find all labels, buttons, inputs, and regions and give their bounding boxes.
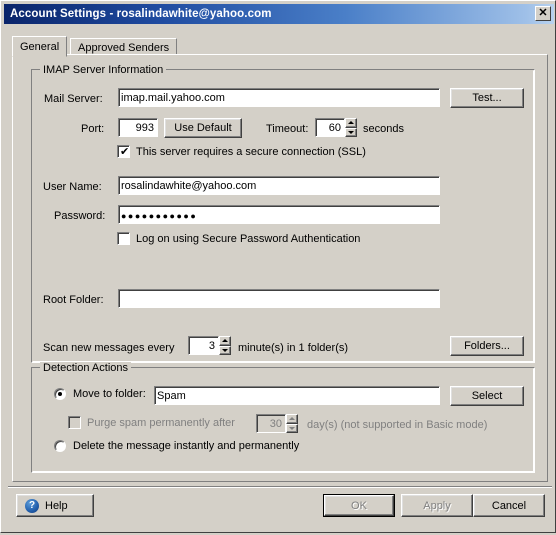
select-folder-button-label: Select [471, 390, 503, 402]
chevron-down-icon [222, 348, 228, 352]
move-to-folder-radio[interactable] [54, 388, 66, 400]
window-title: Account Settings - rosalindawhite@yahoo.… [10, 8, 272, 20]
tab-approved-senders-label: Approved Senders [78, 41, 170, 54]
folders-button[interactable]: Folders... [450, 336, 524, 356]
test-button[interactable]: Test... [450, 88, 524, 108]
ok-button-label: OK [351, 499, 367, 512]
detection-group-legend: Detection Actions [40, 362, 131, 374]
tab-strip: General Approved Senders [12, 36, 548, 57]
tab-page-general: IMAP Server Information Mail Server: ima… [12, 54, 548, 482]
check-icon: ✔ [120, 145, 130, 158]
apply-button[interactable]: Apply [401, 494, 473, 517]
timeout-label: Timeout: [266, 123, 309, 135]
spa-checkbox-label: Log on using Secure Password Authenticat… [136, 232, 361, 245]
chevron-up-icon [348, 121, 354, 125]
help-button[interactable]: ? Help [16, 494, 94, 517]
timeout-units-label: seconds [363, 123, 404, 135]
ssl-checkbox-label: This server requires a secure connection… [136, 145, 366, 158]
delete-message-radio[interactable] [54, 440, 66, 452]
dialog-footer: ? Help OK Apply Cancel [2, 486, 556, 535]
user-name-label: User Name: [43, 181, 102, 193]
purge-days-spinner [286, 414, 298, 433]
ssl-checkbox-row[interactable]: ✔ This server requires a secure connecti… [117, 145, 366, 158]
tab-general[interactable]: General [12, 36, 68, 57]
purge-days-input: 30 [256, 414, 286, 433]
scan-suffix-label: minute(s) in 1 folder(s) [238, 342, 349, 354]
root-folder-label: Root Folder: [43, 294, 104, 306]
radio-dot-icon [58, 392, 62, 396]
scan-spinner-down[interactable] [219, 345, 231, 355]
close-icon[interactable]: ✕ [535, 6, 551, 21]
select-folder-button[interactable]: Select [450, 386, 524, 406]
port-label: Port: [81, 123, 105, 135]
purge-spam-checkbox [68, 416, 81, 429]
mail-server-value: imap.mail.yahoo.com [121, 92, 225, 104]
delete-message-radio-row[interactable]: Delete the message instantly and permane… [54, 440, 299, 452]
scan-interval-value: 3 [208, 340, 215, 352]
purge-days-value: 30 [269, 418, 282, 430]
chevron-up-icon [289, 417, 295, 421]
imap-group-legend: IMAP Server Information [40, 64, 167, 76]
test-button-label: Test... [472, 92, 502, 104]
folders-button-label: Folders... [464, 340, 510, 352]
help-icon: ? [25, 498, 39, 513]
password-value: ●●●●●●●●●●● [121, 210, 198, 221]
scan-interval-spinner[interactable] [219, 336, 231, 355]
move-to-folder-radio-row[interactable]: Move to folder: [54, 388, 146, 400]
mail-server-label: Mail Server: [44, 93, 103, 105]
account-settings-dialog: Account Settings - rosalindawhite@yahoo.… [0, 0, 556, 533]
move-to-folder-label: Move to folder: [73, 388, 146, 400]
spa-checkbox-row[interactable]: Log on using Secure Password Authenticat… [117, 232, 360, 245]
timeout-input[interactable]: 60 [315, 118, 345, 137]
timeout-value: 60 [328, 122, 341, 134]
port-value: 993 [135, 122, 154, 134]
purge-spam-checkbox-row: Purge spam permanently after [68, 416, 235, 429]
user-name-input[interactable]: rosalindawhite@yahoo.com [118, 176, 440, 195]
use-default-button[interactable]: Use Default [164, 118, 242, 138]
password-input[interactable]: ●●●●●●●●●●● [118, 205, 440, 224]
timeout-spinner[interactable] [345, 118, 357, 137]
scan-prefix-label: Scan new messages every [43, 342, 175, 354]
move-to-folder-value: Spam [157, 390, 186, 402]
purge-suffix-label: day(s) (not supported in Basic mode) [307, 419, 488, 431]
chevron-down-icon [289, 426, 295, 430]
use-default-button-label: Use Default [174, 122, 232, 134]
move-to-folder-input[interactable]: Spam [154, 386, 440, 405]
help-button-label: Help [45, 499, 68, 512]
timeout-spinner-down[interactable] [345, 127, 357, 137]
scan-spinner-up[interactable] [219, 336, 231, 346]
dialog-inner-frame: Account Settings - rosalindawhite@yahoo.… [1, 1, 555, 532]
scan-interval-input[interactable]: 3 [188, 336, 219, 355]
chevron-up-icon [222, 339, 228, 343]
ssl-checkbox[interactable]: ✔ [117, 145, 130, 158]
mail-server-input[interactable]: imap.mail.yahoo.com [118, 88, 440, 107]
password-label: Password: [54, 210, 106, 222]
apply-button-label: Apply [423, 499, 451, 512]
purge-spinner-down [286, 423, 298, 433]
root-folder-input[interactable] [118, 289, 440, 308]
cancel-button-label: Cancel [491, 499, 527, 512]
timeout-spinner-up[interactable] [345, 118, 357, 128]
ok-button[interactable]: OK [323, 494, 395, 517]
purge-spinner-up [286, 414, 298, 424]
delete-message-label: Delete the message instantly and permane… [73, 440, 300, 452]
user-name-value: rosalindawhite@yahoo.com [121, 180, 257, 192]
imap-server-information-group: IMAP Server Information Mail Server: ima… [31, 64, 535, 363]
cancel-button[interactable]: Cancel [473, 494, 545, 517]
tab-general-label: General [20, 40, 60, 53]
spa-checkbox[interactable] [117, 232, 130, 245]
close-glyph: ✕ [538, 7, 548, 19]
purge-spam-label: Purge spam permanently after [87, 416, 235, 429]
port-input[interactable]: 993 [118, 118, 158, 137]
detection-actions-group: Detection Actions Move to folder: Spam S… [31, 362, 535, 473]
title-bar[interactable]: Account Settings - rosalindawhite@yahoo.… [4, 4, 554, 24]
footer-divider [8, 486, 552, 488]
chevron-down-icon [348, 130, 354, 134]
